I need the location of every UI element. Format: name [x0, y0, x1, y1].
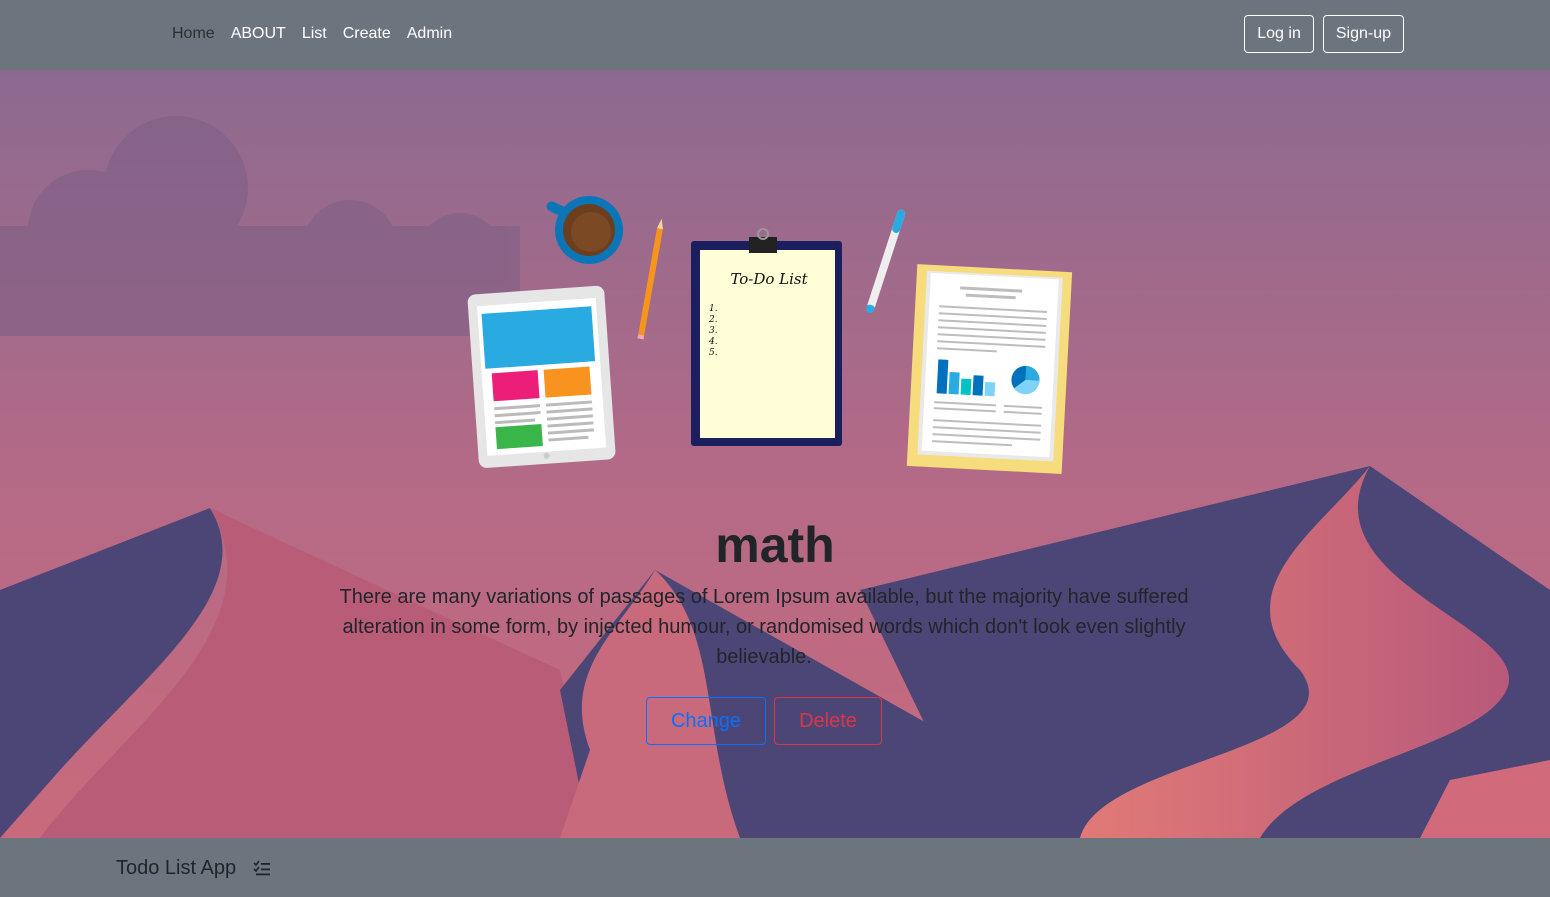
tablet-icon	[467, 285, 616, 468]
clipboard-list: 1. 2. 3. 4. 5.	[709, 304, 718, 359]
page-title: math	[715, 517, 835, 573]
list-check-icon	[253, 860, 271, 881]
nav-create-link[interactable]: Create	[343, 25, 391, 43]
clipboard-item: 4.	[709, 337, 718, 347]
nav-links: Home ABOUT List Create Admin	[172, 0, 468, 68]
page-description: There are many variations of passages of…	[339, 586, 1189, 668]
hero-section: To-Do List 1. 2. 3. 4. 5. math There are…	[0, 70, 1550, 838]
top-navbar: Home ABOUT List Create Admin Log in Sign…	[0, 0, 1550, 70]
clipboard-item: 2.	[709, 315, 718, 325]
login-button[interactable]: Log in	[1244, 15, 1314, 53]
clipboard-item: 3.	[709, 326, 718, 336]
auth-buttons: Log in Sign-up	[1244, 15, 1404, 53]
clipboard-item: 1.	[709, 304, 718, 314]
signup-button[interactable]: Sign-up	[1322, 15, 1404, 53]
nav-admin-link[interactable]: Admin	[407, 25, 452, 43]
footer-brand[interactable]: Todo List App	[116, 857, 236, 880]
nav-list-link[interactable]: List	[302, 25, 327, 43]
nav-home-link[interactable]: Home	[172, 25, 215, 43]
clipboard-heading: To-Do List	[730, 270, 808, 288]
action-buttons: Change Delete	[646, 697, 882, 745]
document-folder-icon	[906, 264, 1073, 474]
nav-about-link[interactable]: ABOUT	[231, 25, 286, 43]
clipboard-item: 5.	[709, 348, 718, 358]
change-button[interactable]: Change	[646, 697, 766, 745]
footer: Todo List App	[0, 838, 1550, 897]
delete-button[interactable]: Delete	[774, 697, 882, 745]
